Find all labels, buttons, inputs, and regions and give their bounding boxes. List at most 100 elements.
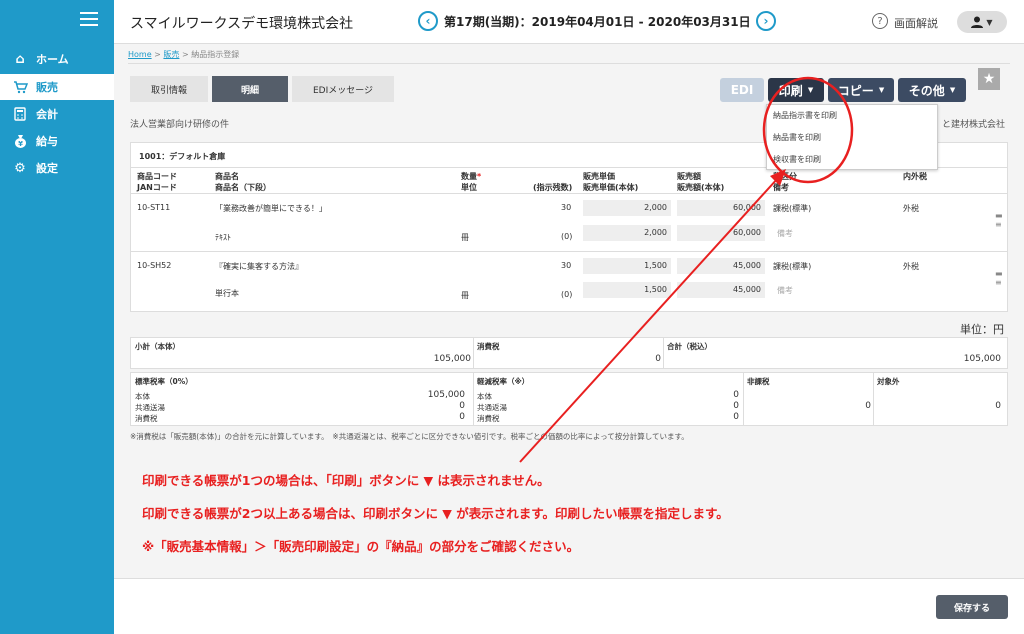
menu-item-print-delivery-slip[interactable]: 納品書を印刷 [767, 127, 937, 149]
subtotal-value: 105,000 [433, 354, 471, 364]
row2-amount[interactable]: 45,000 [677, 258, 765, 274]
row2-remarks-input[interactable]: 備考 [777, 285, 793, 296]
unit-label: 単位：円 [960, 323, 1004, 336]
breadcrumb-sales[interactable]: 販売 [163, 50, 179, 59]
help-link[interactable]: 画面解説 [894, 15, 938, 31]
sidebar-item-label: ホーム [36, 53, 69, 66]
caret-down-icon: ▼ [878, 86, 885, 94]
home-icon: ⌂ [15, 51, 25, 67]
row1-price[interactable]: 2,000 [583, 200, 671, 216]
chevron-right-icon: › [763, 14, 769, 28]
sidebar-item-settings[interactable]: ⚙ 設定 [0, 155, 114, 181]
row1-amount-body[interactable]: 60,000 [677, 225, 765, 241]
row2-code: 10-SH52 [137, 261, 172, 270]
fiscal-period: 第17期(当期)：2019年04月01日 - 2020年03月31日 [444, 15, 751, 29]
sidebar: ⌂ ホーム 販売 会計 ¥ 給与 ⚙ 設定 [0, 0, 114, 634]
col-tax-class: 税区分 [773, 172, 797, 181]
row2-name-sub[interactable]: 単行本 [215, 288, 239, 299]
tab-transaction-info[interactable]: 取引情報 [130, 76, 208, 102]
company-name: スマイルワークスデモ環境株式会社 [130, 16, 354, 32]
totals-panel: 小計（本体） 105,000 消費税 0 合計（税込） 105,000 [130, 337, 1008, 369]
exempt-value: 0 [995, 401, 1001, 411]
other-button[interactable]: その他 ▼ [898, 78, 966, 102]
tax-value: 0 [655, 354, 661, 364]
total-value: 105,000 [963, 354, 1001, 364]
user-menu-button[interactable]: ▼ [957, 11, 1007, 33]
subtotal-label: 小計（本体） [135, 342, 180, 351]
menu-item-print-inspection[interactable]: 検収書を印刷 [767, 149, 937, 171]
tab-details[interactable]: 明細 [212, 76, 288, 102]
divider [743, 373, 744, 425]
print-button[interactable]: 印刷 ▼ [768, 78, 824, 102]
drag-handle-icon[interactable]: ▬ ≡ [995, 211, 1003, 229]
breadcrumb: Home > 販売 > 納品指示登録 [128, 49, 239, 60]
standard-label-tax: 消費税 [135, 414, 158, 423]
col-code: 商品コード [137, 172, 177, 181]
col-tax-type: 内外税 [903, 172, 927, 181]
row2-price-body[interactable]: 1,500 [583, 282, 671, 298]
standard-label-body: 本体 [135, 392, 150, 401]
divider [128, 63, 1010, 64]
row2-tax-type[interactable]: 外税 [903, 261, 919, 272]
row1-remarks-input[interactable]: 備考 [777, 228, 793, 239]
footer-bar [114, 578, 1024, 634]
row1-tax-type[interactable]: 外税 [903, 203, 919, 214]
edi-button[interactable]: EDI [720, 78, 764, 102]
next-period-button[interactable]: › [756, 11, 776, 31]
svg-text:¥: ¥ [18, 140, 23, 148]
col-amount-sub: 販売額(本体) [677, 183, 725, 192]
breadcrumb-home[interactable]: Home [128, 50, 152, 59]
hamburger-menu-icon[interactable] [80, 12, 98, 26]
sidebar-item-sales[interactable]: 販売 [0, 74, 114, 100]
row1-name-sub[interactable]: ﾃｷｽﾄ [215, 232, 231, 243]
save-button[interactable]: 保存する [936, 595, 1008, 619]
tab-edi-message[interactable]: EDIメッセージ [292, 76, 394, 102]
reduced-label-tax: 消費税 [477, 414, 500, 423]
row1-amount[interactable]: 60,000 [677, 200, 765, 216]
row1-tax-class[interactable]: 課税(標準) [773, 203, 811, 214]
sidebar-item-payroll[interactable]: ¥ 給与 [0, 128, 114, 154]
col-remarks: 備考 [773, 183, 789, 192]
row2-amount-body[interactable]: 45,000 [677, 282, 765, 298]
tax-label: 消費税 [477, 342, 500, 351]
col-remaining: (指示残数) [533, 183, 573, 192]
row2-qty[interactable]: 30 [561, 261, 571, 270]
print-dropdown-menu: 納品指示書を印刷 納品書を印刷 検収書を印刷 [766, 104, 938, 170]
col-unit: 単位 [461, 183, 477, 192]
menu-item-print-delivery-instruction[interactable]: 納品指示書を印刷 [767, 105, 937, 127]
reduced-label-body: 本体 [477, 392, 492, 401]
row2-price[interactable]: 1,500 [583, 258, 671, 274]
row1-unit[interactable]: 冊 [461, 232, 469, 243]
row1-price-body[interactable]: 2,000 [583, 225, 671, 241]
help-icon[interactable]: ? [872, 13, 888, 29]
total-label: 合計（税込） [667, 342, 712, 351]
standard-value-body: 105,000 [427, 390, 465, 400]
other-button-label: その他 [908, 83, 945, 98]
col-name-sub: 商品名（下段） [215, 183, 271, 192]
col-name: 商品名 [215, 172, 239, 181]
annotation-line-2: 印刷できる帳票が2つ以上ある場合は、印刷ボタンに ▼ が表示されます。印刷したい… [142, 506, 729, 521]
row2-unit[interactable]: 冊 [461, 290, 469, 301]
divider [131, 251, 1007, 252]
col-jan: JANコード [137, 183, 177, 192]
customer-name: と建材株式会社 [942, 120, 1006, 130]
row2-tax-class[interactable]: 課税(標準) [773, 261, 811, 272]
breadcrumb-separator: > [154, 50, 161, 59]
chevron-down-icon: ▼ [986, 17, 993, 27]
sidebar-item-accounting[interactable]: 会計 [0, 101, 114, 127]
copy-button[interactable]: コピー ▼ [828, 78, 894, 102]
standard-label-discount: 共通送湯 [135, 403, 165, 412]
drag-handle-icon[interactable]: ▬ ≡ [995, 269, 1003, 287]
standard-value-discount: 0 [459, 401, 465, 411]
favorite-star-icon[interactable]: ★ [978, 68, 1000, 90]
row1-qty[interactable]: 30 [561, 203, 571, 212]
nontax-value: 0 [865, 401, 871, 411]
tax-note: ※消費税は「販売額(本体)」の合計を元に計算しています。 ※共通返湯とは、税率ご… [130, 432, 689, 441]
prev-period-button[interactable]: ‹ [418, 11, 438, 31]
reduced-value-tax: 0 [733, 412, 739, 422]
top-bar: スマイルワークスデモ環境株式会社 ‹ 第17期(当期)：2019年04月01日 … [114, 0, 1024, 44]
sidebar-item-home[interactable]: ⌂ ホーム [0, 46, 114, 72]
row1-name[interactable]: 「業務改善が簡単にできる！」 [215, 203, 327, 214]
divider [131, 193, 1007, 194]
row2-name[interactable]: 『確実に集客する方法』 [215, 261, 303, 272]
